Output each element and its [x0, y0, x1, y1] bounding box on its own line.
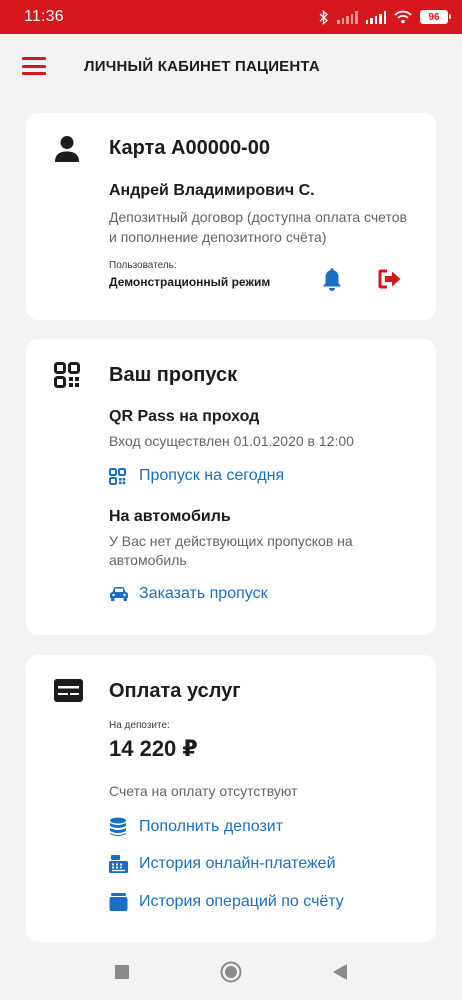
- qr-pass-title: QR Pass на проход: [109, 408, 260, 425]
- wifi-icon: [394, 10, 412, 24]
- online-history-link[interactable]: История онлайн-платежей: [109, 855, 336, 873]
- person-icon: [55, 136, 79, 162]
- page-title: ЛИЧНЫЙ КАБИНЕТ ПАЦИЕНТА: [84, 57, 320, 75]
- payment-card-icon: [54, 679, 83, 702]
- today-pass-link[interactable]: Пропуск на сегодня: [109, 467, 284, 485]
- qr-pass-status: Вход осуществлен 01.01.2020 в 12:00: [109, 433, 354, 449]
- patient-name: Андрей Владимирович С.: [109, 182, 315, 199]
- signal-icon-2: [365, 10, 386, 24]
- qr-small-icon: [109, 467, 126, 485]
- today-pass-label[interactable]: Пропуск на сегодня: [139, 467, 284, 485]
- coins-icon: [110, 817, 126, 836]
- bills-status: Счета на оплату отсутствуют: [109, 783, 298, 799]
- account-history-link[interactable]: История операций по счёту: [109, 893, 344, 911]
- status-time: 11:36: [24, 8, 64, 25]
- system-nav-bar: [0, 944, 462, 1000]
- battery-icon: 96: [420, 10, 451, 24]
- status-icons: 96: [319, 9, 451, 25]
- car-pass-status-1: У Вас нет действующих пропусков на: [109, 533, 353, 549]
- online-history-label[interactable]: История онлайн-платежей: [139, 855, 336, 873]
- order-pass-label[interactable]: Заказать пропуск: [139, 585, 268, 603]
- back-button[interactable]: [332, 964, 347, 980]
- signal-icon: [337, 10, 358, 24]
- account-card: Карта A00000-00 Андрей Владимирович С. Д…: [26, 113, 436, 320]
- order-pass-link[interactable]: Заказать пропуск: [109, 585, 268, 603]
- user-label: Пользователь:: [109, 260, 177, 271]
- card-number-title: Карта A00000-00: [109, 137, 270, 159]
- pass-card: Ваш пропуск QR Pass на проход Вход осуще…: [26, 339, 436, 635]
- account-history-label[interactable]: История операций по счёту: [139, 893, 344, 911]
- payment-title: Оплата услуг: [109, 680, 241, 702]
- topup-deposit-link[interactable]: Пополнить депозит: [109, 817, 283, 837]
- home-button[interactable]: [220, 961, 242, 983]
- hamburger-menu-icon[interactable]: [22, 57, 46, 75]
- deposit-label: На депозите:: [109, 720, 170, 731]
- app-bar: ЛИЧНЫЙ КАБИНЕТ ПАЦИЕНТА: [0, 34, 462, 98]
- contract-line-2: и пополнение депозитного счёта): [109, 229, 327, 245]
- bell-icon[interactable]: [322, 268, 342, 292]
- deposit-amount: 14 220 ₽: [109, 736, 198, 761]
- bluetooth-icon: [319, 9, 329, 25]
- car-icon: [110, 587, 128, 601]
- payment-card: Оплата услуг На депозите: 14 220 ₽ Счета…: [26, 655, 436, 942]
- cash-register-icon: [109, 855, 128, 873]
- recent-apps-button[interactable]: [115, 965, 130, 979]
- logout-icon[interactable]: [378, 269, 402, 289]
- car-pass-title: На автомобиль: [109, 508, 231, 525]
- pass-title: Ваш пропуск: [109, 364, 238, 386]
- wallet-icon: [109, 893, 128, 911]
- user-mode: Демонстрационный режим: [109, 275, 271, 289]
- topup-deposit-label[interactable]: Пополнить депозит: [139, 818, 283, 836]
- battery-level: 96: [428, 11, 440, 23]
- contract-line-1: Депозитный договор (доступна оплата счет…: [109, 209, 407, 225]
- qr-code-icon: [54, 362, 80, 388]
- car-pass-status-2: автомобиль: [109, 552, 187, 568]
- status-bar: 11:36 96: [0, 0, 462, 34]
